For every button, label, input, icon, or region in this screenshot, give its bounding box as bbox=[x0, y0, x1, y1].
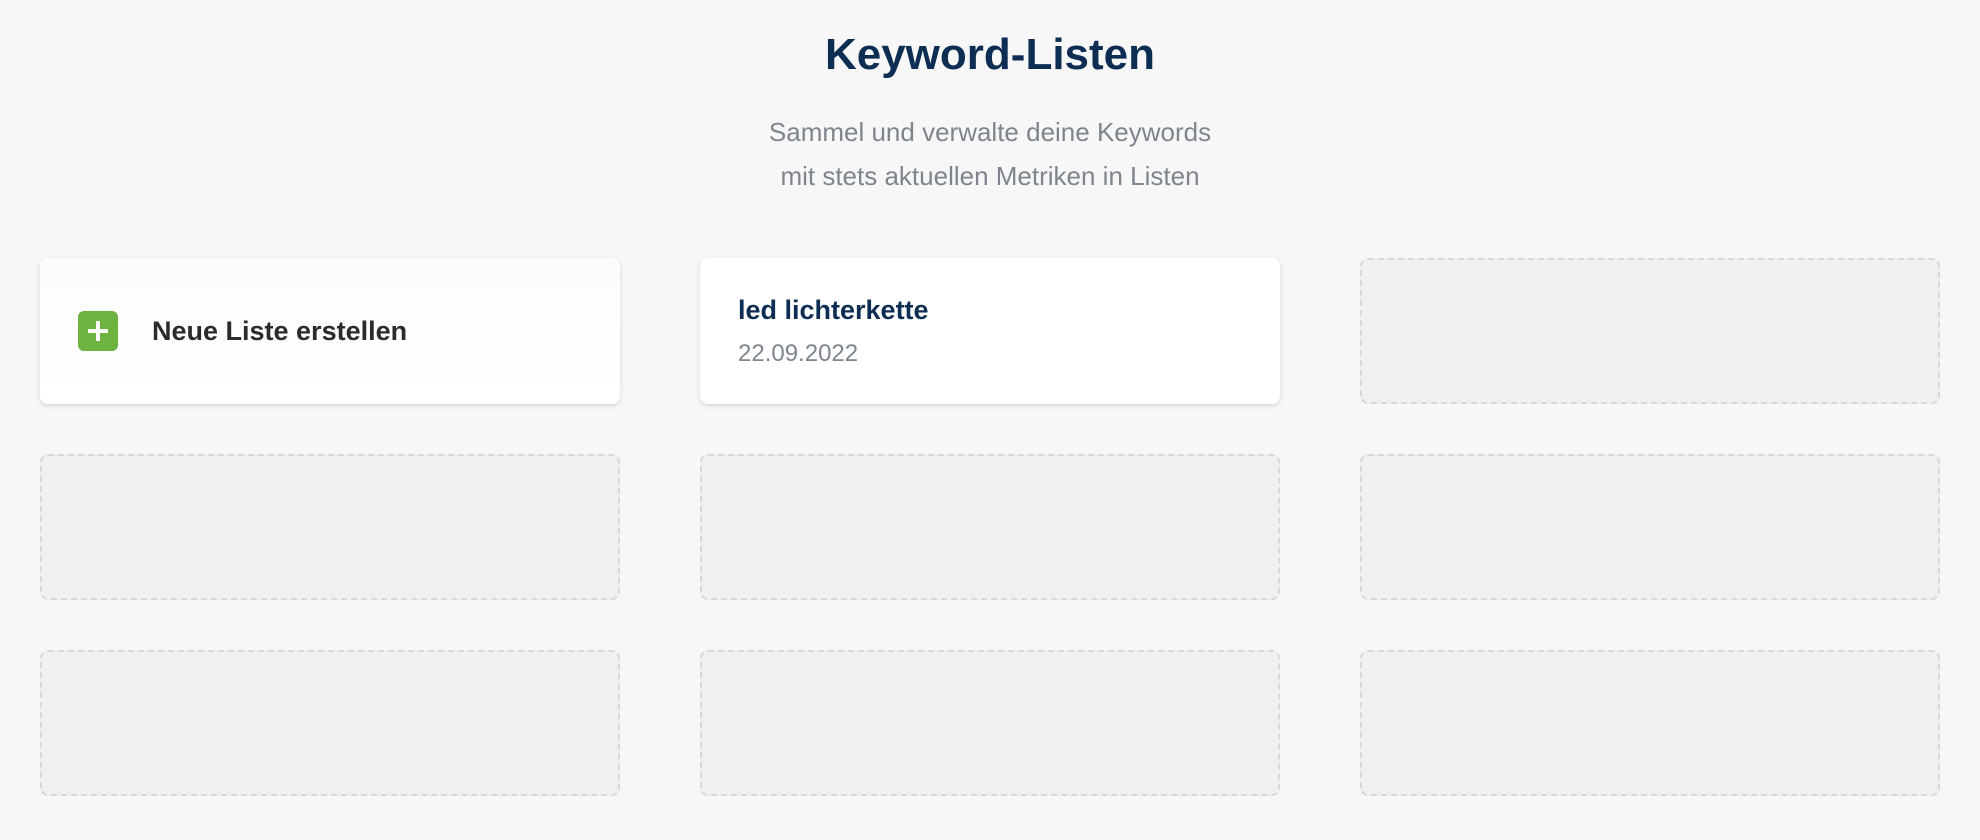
empty-slot bbox=[700, 650, 1280, 796]
subtitle-line-1: Sammel und verwalte deine Keywords bbox=[40, 110, 1940, 154]
list-title: led lichterkette bbox=[738, 295, 1242, 326]
page-subtitle: Sammel und verwalte deine Keywords mit s… bbox=[40, 110, 1940, 198]
empty-slot bbox=[40, 650, 620, 796]
page-header: Keyword-Listen Sammel und verwalte deine… bbox=[40, 30, 1940, 198]
create-list-label: Neue Liste erstellen bbox=[152, 316, 407, 347]
empty-slot bbox=[1360, 258, 1940, 404]
plus-icon bbox=[78, 311, 118, 351]
empty-slot bbox=[700, 454, 1280, 600]
list-grid: Neue Liste erstellen led lichterkette 22… bbox=[40, 258, 1940, 796]
subtitle-line-2: mit stets aktuellen Metriken in Listen bbox=[40, 154, 1940, 198]
empty-slot bbox=[40, 454, 620, 600]
page-title: Keyword-Listen bbox=[40, 30, 1940, 80]
keyword-list-card[interactable]: led lichterkette 22.09.2022 bbox=[700, 258, 1280, 404]
create-list-card[interactable]: Neue Liste erstellen bbox=[40, 258, 620, 404]
empty-slot bbox=[1360, 650, 1940, 796]
list-date: 22.09.2022 bbox=[738, 340, 1242, 368]
page-container: Keyword-Listen Sammel und verwalte deine… bbox=[0, 0, 1980, 826]
empty-slot bbox=[1360, 454, 1940, 600]
